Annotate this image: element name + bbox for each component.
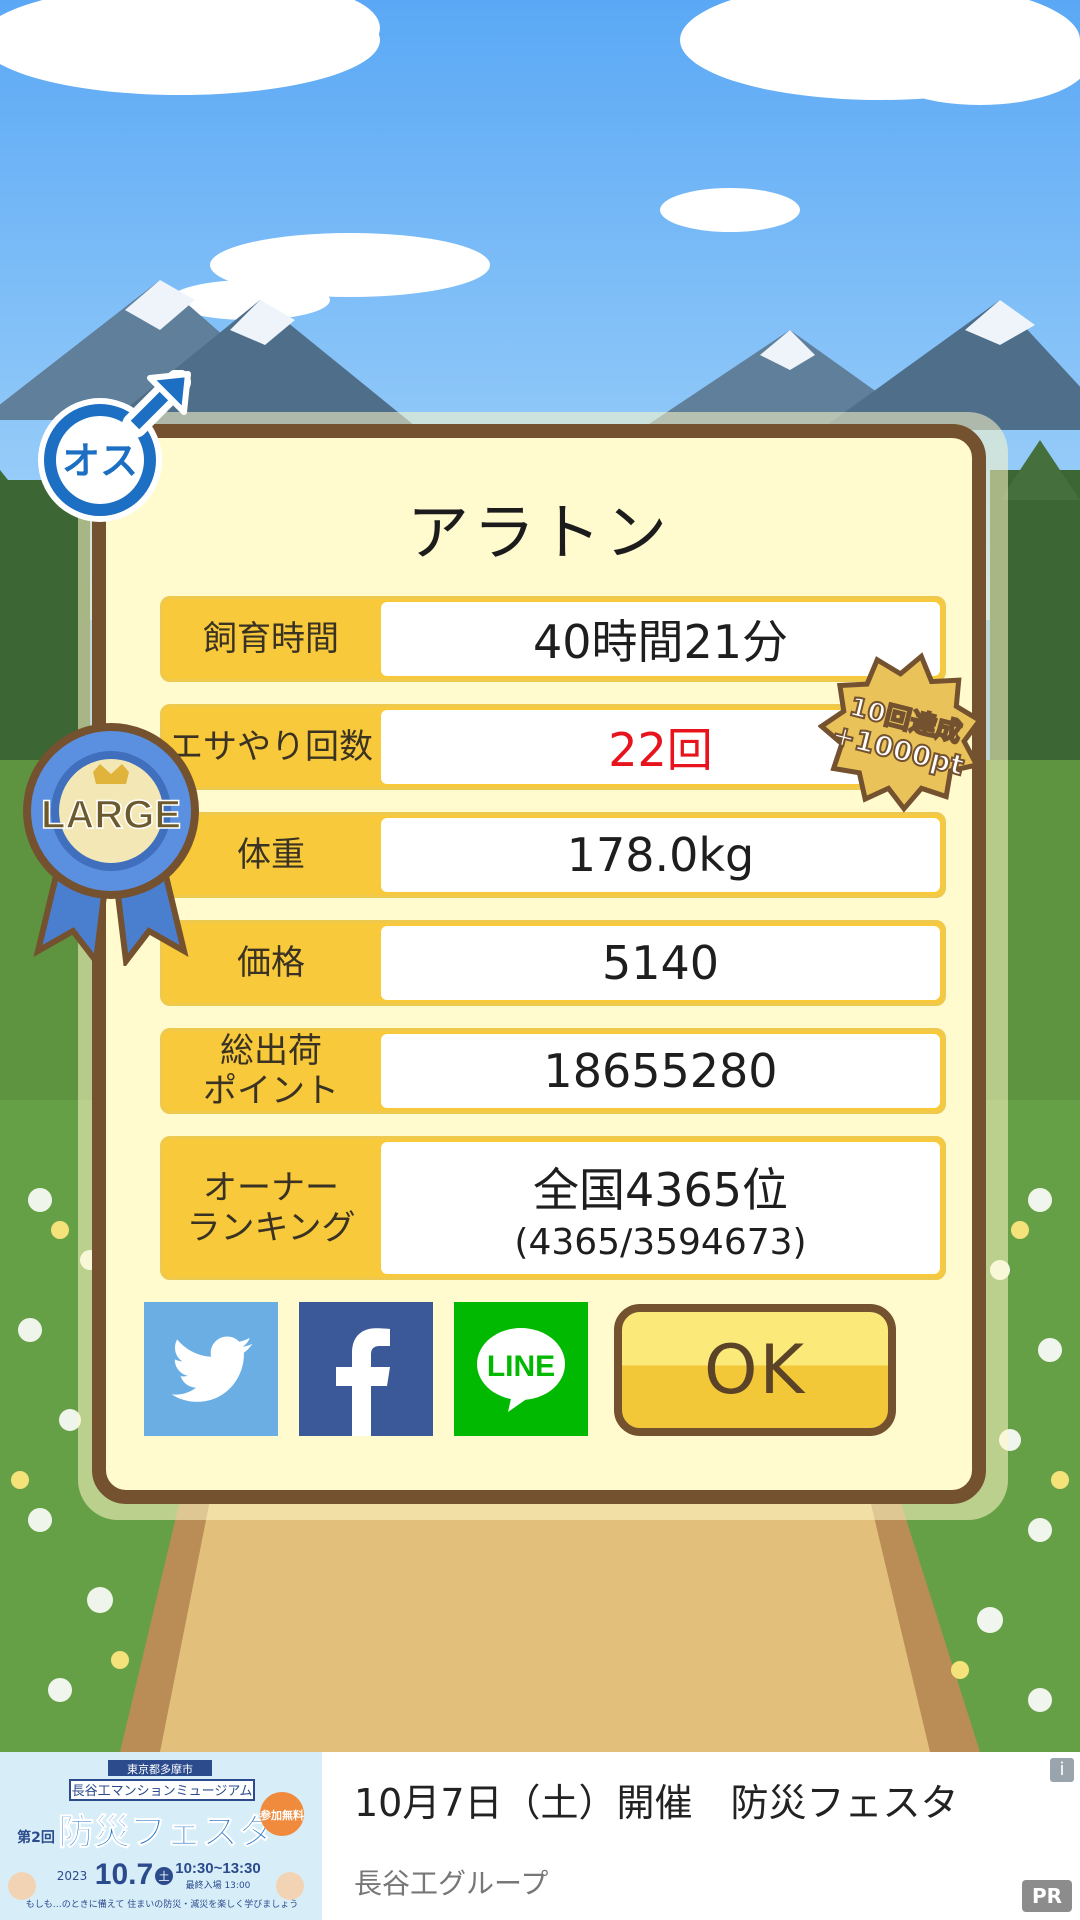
twitter-bird-icon (171, 1336, 253, 1402)
ok-button[interactable]: OK (614, 1304, 896, 1436)
line-share-button[interactable]: LINE (454, 1302, 588, 1436)
stat-label: オーナー ランキング (186, 1168, 356, 1248)
ok-button-label: OK (703, 1330, 807, 1410)
svg-text:10:30~13:30: 10:30~13:30 (175, 1860, 261, 1877)
stat-label: 飼育時間 (203, 619, 339, 659)
svg-text:オス: オス (62, 439, 138, 483)
pet-name: アラトン (406, 496, 671, 569)
stat-label: 総出荷 ポイント (203, 1031, 339, 1111)
svg-text:もしも…のときに備えて 住まいの防災・減災を楽しく学びましょ: もしも…のときに備えて 住まいの防災・減災を楽しく学びましょう (26, 1898, 298, 1910)
svg-text:LARGE: LARGE (41, 793, 181, 837)
facebook-share-button[interactable] (299, 1302, 433, 1436)
ranking-detail: (4365/3594673) (514, 1221, 807, 1263)
svg-text:参加無料: 参加無料 (260, 1808, 304, 1822)
stat-value: 18655280 (381, 1034, 940, 1108)
ad-advertiser: 長谷工グループ (354, 1867, 549, 1900)
stat-value: 178.0kg (381, 818, 940, 892)
stat-row-shipping-points: 総出荷 ポイント 18655280 (160, 1028, 946, 1114)
twitter-share-button[interactable] (144, 1302, 278, 1436)
ad-image[interactable]: 東京都多摩市 長谷工マンションミュージアム 第2回 防災フェスタ 参加無料 20… (0, 1752, 322, 1920)
achievement-badge: 10回達成 +1000pt (817, 650, 986, 818)
stat-row-weight: 体重 178.0kg (160, 812, 946, 898)
line-logo-icon: LINE (477, 1328, 565, 1412)
svg-text:LINE: LINE (487, 1350, 555, 1383)
ad-pr-label: PR (1022, 1880, 1072, 1912)
ad-info-icon[interactable]: i (1050, 1758, 1074, 1782)
svg-text:最終入場 13:00: 最終入場 13:00 (186, 1879, 251, 1891)
facebook-f-icon (336, 1328, 390, 1436)
svg-text:土: 土 (159, 1870, 170, 1883)
svg-text:2023: 2023 (57, 1869, 88, 1883)
svg-text:第2回: 第2回 (17, 1829, 55, 1846)
male-gender-badge: オス (30, 369, 200, 530)
svg-text:東京都多摩市: 東京都多摩市 (127, 1762, 193, 1776)
stat-value: 全国4365位 (4365/3594673) (381, 1142, 940, 1274)
svg-text:防災フェスタ: 防災フェスタ (58, 1812, 274, 1853)
svg-text:長谷工マンションミュージアム: 長谷工マンションミュージアム (72, 1784, 253, 1799)
stat-row-price: 価格 5140 (160, 920, 946, 1006)
ranking-main: 全国4365位 (532, 1162, 789, 1217)
stat-row-owner-ranking: オーナー ランキング 全国4365位 (4365/3594673) (160, 1136, 946, 1280)
ad-title[interactable]: 10月7日（土）開催 防災フェスタ (354, 1772, 959, 1827)
svg-text:10.7: 10.7 (95, 1858, 153, 1891)
ad-banner[interactable]: 東京都多摩市 長谷工マンションミュージアム 第2回 防災フェスタ 参加無料 20… (0, 1752, 1080, 1920)
stat-value: 5140 (381, 926, 940, 1000)
large-size-ribbon-badge: LARGE (18, 716, 204, 969)
